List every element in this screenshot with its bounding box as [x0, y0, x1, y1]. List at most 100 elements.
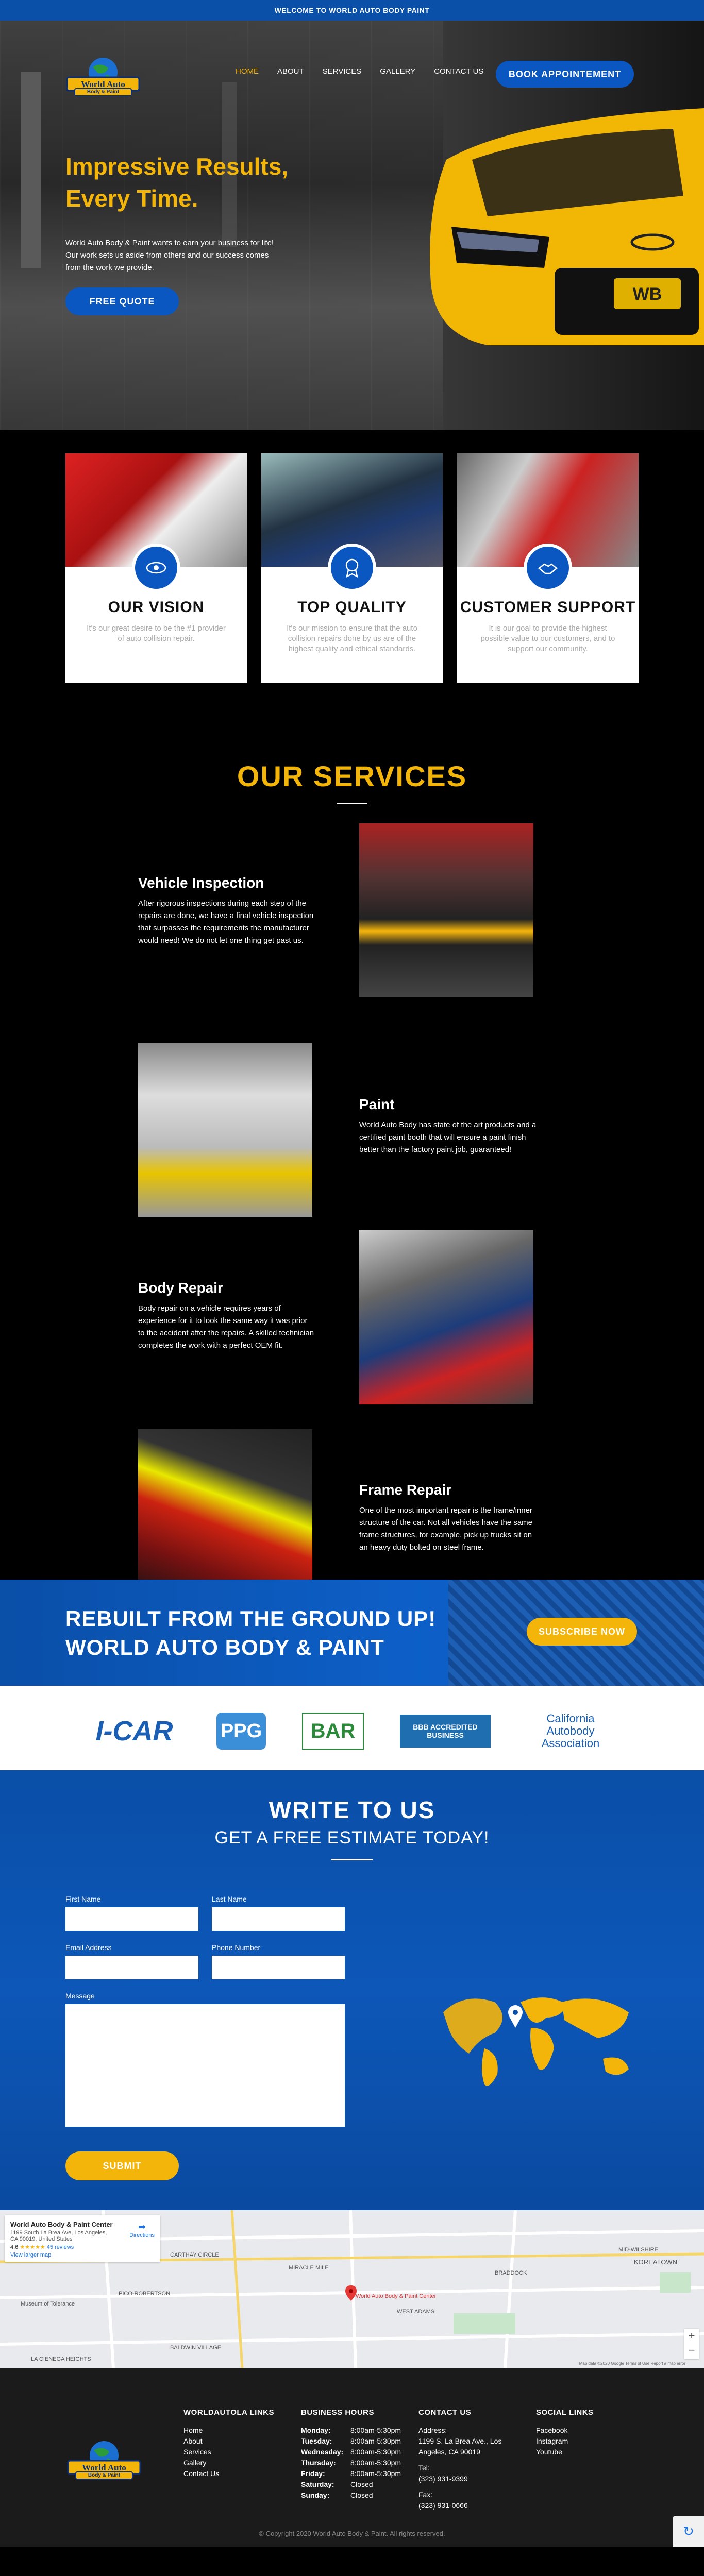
first-name-input[interactable]: [65, 1907, 198, 1931]
map-info-card: World Auto Body & Paint Center 1199 Sout…: [5, 2215, 160, 2262]
footer-contact-title: CONTACT US: [418, 2408, 472, 2417]
service-title: Vehicle Inspection: [138, 875, 264, 891]
service-frame-repair: Frame Repair One of the most important r…: [359, 1482, 537, 1554]
frame-repair-image: [138, 1429, 312, 1603]
address-label: Address:: [418, 2426, 447, 2434]
map-place: PICO-ROBERTSON: [119, 2291, 170, 2297]
footer-link-home[interactable]: Home: [183, 2425, 274, 2436]
services-title: OUR SERVICES: [237, 760, 467, 792]
service-text: Body repair on a vehicle requires years …: [138, 1304, 314, 1350]
footer-links-column: WORLDAUTOLA LINKS Home About Services Ga…: [183, 2407, 274, 2479]
tel-label: Tel:: [418, 2464, 430, 2472]
mechanic-image: [65, 453, 247, 592]
caa-logo: California Autobody Association: [541, 1712, 600, 1750]
directions-link[interactable]: ➦ Directions: [129, 2222, 155, 2239]
logo-text-1: World Auto: [82, 2463, 126, 2472]
service-body-repair: Body Repair Body repair on a vehicle req…: [138, 1280, 316, 1352]
star-rating-icon: ★★★★★: [20, 2244, 45, 2250]
hours-row: Sunday: Closed: [301, 2491, 373, 2499]
footer-social-column: SOCIAL LINKS Facebook Instagram Youtube: [536, 2407, 594, 2458]
site-logo[interactable]: World Auto Body & Paint: [64, 57, 142, 98]
hero-title: Impressive Results, Every Time.: [65, 153, 289, 212]
map-pin-icon[interactable]: [345, 2285, 357, 2301]
map-place: KOREATOWN: [634, 2258, 677, 2266]
map-place: WEST ADAMS: [397, 2309, 434, 2315]
last-name-input[interactable]: [212, 1907, 345, 1931]
footer-hours-title: BUSINESS HOURS: [301, 2408, 375, 2417]
free-quote-button[interactable]: FREE QUOTE: [65, 287, 179, 315]
contact-title: WRITE TO US: [269, 1797, 435, 1823]
zoom-in-icon[interactable]: +: [684, 2329, 699, 2343]
map-place: MIRACLE MILE: [289, 2265, 329, 2271]
banner-heading: REBUILT FROM THE GROUND UP! WORLD AUTO B…: [65, 1604, 436, 1662]
inspection-image: [359, 823, 533, 997]
hero-text: World Auto Body & Paint wants to earn yo…: [65, 239, 274, 272]
map-zoom-controls[interactable]: + −: [684, 2329, 699, 2359]
view-larger-map-link[interactable]: View larger map: [10, 2252, 155, 2258]
map-place: CARTHAY CIRCLE: [170, 2252, 219, 2258]
footer-social-title: SOCIAL LINKS: [536, 2408, 594, 2417]
blue-car-image: [261, 453, 443, 592]
hours-row: Saturday: Closed: [301, 2480, 373, 2488]
directions-label: Directions: [129, 2232, 155, 2239]
service-text: World Auto Body has state of the art pro…: [359, 1121, 537, 1154]
logo-text-2: Body & Paint: [88, 2472, 121, 2478]
title-divider: [337, 803, 367, 804]
contact-divider: [331, 1859, 373, 1860]
license-plate-text: WB: [633, 284, 662, 304]
feature-title: CUSTOMER SUPPORT: [460, 599, 636, 616]
message-textarea[interactable]: [65, 2004, 345, 2127]
yellow-car-image: WB: [430, 108, 704, 345]
service-text: After rigorous inspections during each s…: [138, 899, 314, 945]
feature-text: It is our goal to provide the highest po…: [480, 624, 615, 653]
zoom-out-icon[interactable]: −: [684, 2343, 699, 2358]
map-reviews-link[interactable]: 45 reviews: [47, 2244, 74, 2250]
banner-line-2: WORLD AUTO BODY & PAINT: [65, 1635, 384, 1659]
map-credits: Map data ©2020 Google Terms of Use Repor…: [579, 2361, 686, 2366]
icar-logo: I-CAR: [95, 1716, 173, 1747]
tel-value[interactable]: (323) 931-9399: [418, 2473, 506, 2484]
feature-title: TOP QUALITY: [297, 599, 407, 616]
submit-button[interactable]: SUBMIT: [65, 2151, 179, 2180]
instagram-link[interactable]: Instagram: [536, 2436, 594, 2447]
feature-text: It's our great desire to be the #1 provi…: [87, 624, 226, 643]
features-section: OUR VISION It's our great desire to be t…: [0, 430, 704, 694]
fax-value: (323) 931-0666: [418, 2501, 468, 2510]
nav-home[interactable]: HOME: [236, 67, 259, 76]
map-pin-label: World Auto Body & Paint Center: [356, 2293, 437, 2299]
book-appointment-button[interactable]: BOOK APPOINTEMENT: [496, 61, 634, 88]
banner-line-1: REBUILT FROM THE GROUND UP!: [65, 1606, 437, 1631]
recaptcha-icon: ↻: [673, 2516, 704, 2547]
footer-link-contact[interactable]: Contact Us: [183, 2468, 274, 2479]
footer-logo[interactable]: World Auto Body & Paint: [65, 2440, 143, 2481]
nav-gallery[interactable]: GALLERY: [380, 67, 415, 76]
map-place: MID-WILSHIRE: [618, 2247, 658, 2253]
footer-links-title: WORLDAUTOLA LINKS: [183, 2408, 274, 2417]
nav-contact[interactable]: CONTACT US: [434, 67, 483, 76]
welcome-bar: WELCOME TO WORLD AUTO BODY PAINT: [0, 0, 704, 21]
footer-link-about[interactable]: About: [183, 2436, 274, 2447]
nav-services[interactable]: SERVICES: [323, 67, 362, 76]
phone-input[interactable]: [212, 1956, 345, 1979]
google-map[interactable]: CARTHAY CIRCLE MIRACLE MILE MID-WILSHIRE…: [0, 2210, 704, 2368]
body-repair-image: [359, 1230, 533, 1404]
directions-icon: ➦: [138, 2222, 146, 2232]
garage-image: [457, 453, 639, 592]
footer-link-gallery[interactable]: Gallery: [183, 2458, 274, 2468]
award-icon: [328, 544, 376, 592]
map-place: BALDWIN VILLAGE: [170, 2345, 221, 2351]
email-input[interactable]: [65, 1956, 198, 1979]
youtube-link[interactable]: Youtube: [536, 2447, 594, 2458]
hours-row: Tuesday: 8:00am-5:30pm: [301, 2437, 401, 2445]
facebook-link[interactable]: Facebook: [536, 2425, 594, 2436]
main-navigation: World Auto Body & Paint HOME ABOUT SERVI…: [0, 41, 704, 103]
map-place: LA CIENEGA HEIGHTS: [31, 2356, 91, 2362]
feature-card-vision: OUR VISION It's our great desire to be t…: [65, 453, 247, 683]
hours-row: Thursday: 8:00am-5:30pm: [301, 2459, 401, 2467]
subscribe-button[interactable]: SUBSCRIBE NOW: [527, 1618, 637, 1646]
contact-section: WRITE TO US GET A FREE ESTIMATE TODAY! F…: [0, 1770, 704, 2210]
nav-about[interactable]: ABOUT: [277, 67, 304, 76]
nav-menu: HOME ABOUT SERVICES GALLERY CONTACT US: [236, 67, 483, 76]
logo-text-1: World Auto: [81, 79, 125, 89]
footer-link-services[interactable]: Services: [183, 2447, 274, 2458]
